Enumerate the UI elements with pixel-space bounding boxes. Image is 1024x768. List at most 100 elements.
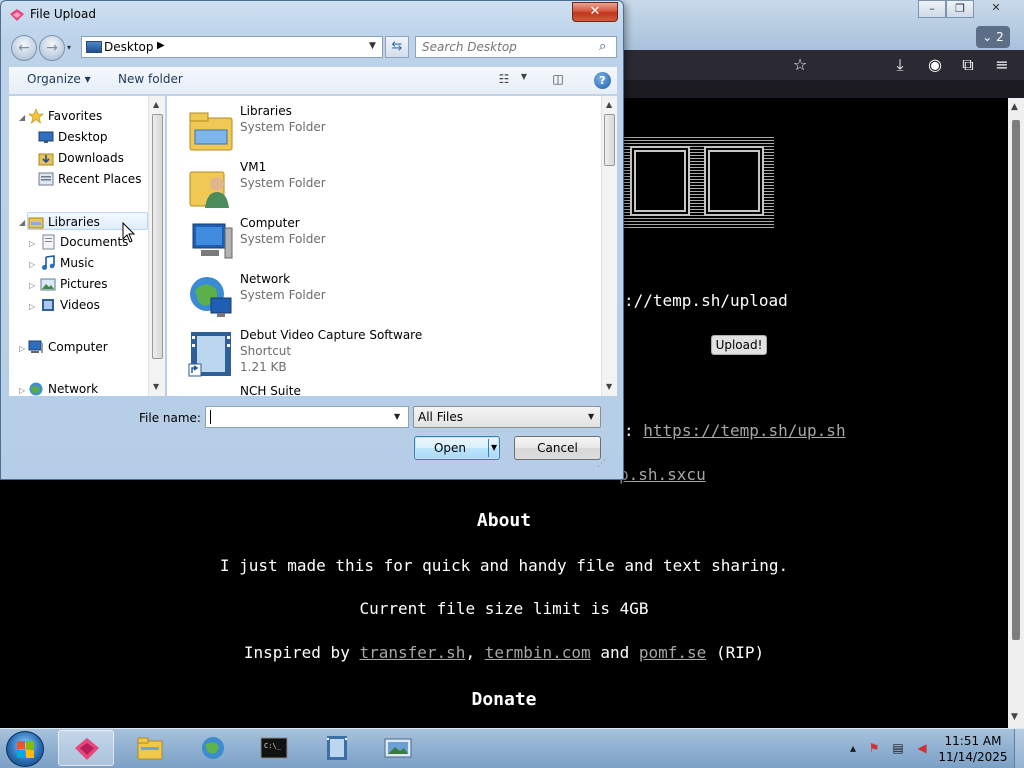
documents-icon bbox=[42, 234, 55, 250]
computer-expand-icon[interactable]: ▷ bbox=[19, 344, 25, 353]
file-type-dropdown-icon[interactable]: ▼ bbox=[588, 412, 594, 421]
nav-music-label: Music bbox=[60, 256, 95, 270]
file-scroll-thumb[interactable] bbox=[604, 114, 615, 166]
restore-button[interactable]: ❐ bbox=[946, 0, 974, 18]
file-name-combobox[interactable]: ▼ bbox=[205, 406, 409, 428]
page-scroll-thumb[interactable] bbox=[1012, 120, 1020, 640]
tray-action-center-icon[interactable]: ⚑ bbox=[866, 740, 882, 756]
open-dropdown-icon[interactable]: ▼ bbox=[491, 437, 497, 459]
browser-close-button[interactable]: ✕ bbox=[974, 0, 1018, 18]
tray-network-icon[interactable]: ▤ bbox=[890, 740, 906, 756]
search-input[interactable] bbox=[422, 40, 592, 54]
address-dropdown-icon[interactable]: ▼ bbox=[369, 41, 376, 51]
favorites-collapse-icon[interactable]: ◢ bbox=[19, 113, 25, 122]
logo-letter-s bbox=[630, 146, 690, 216]
file-item-libraries[interactable]: Libraries System Folder bbox=[185, 102, 575, 154]
taskbar-cmd[interactable]: C:\_ bbox=[246, 730, 302, 766]
file-item-network[interactable]: Network System Folder bbox=[185, 270, 575, 322]
network-expand-icon[interactable]: ▷ bbox=[19, 386, 25, 395]
account-icon[interactable]: ◉ bbox=[924, 54, 946, 76]
taskbar-photos[interactable] bbox=[370, 730, 426, 766]
dialog-title: File Upload bbox=[30, 7, 96, 21]
nav-scroll-thumb[interactable] bbox=[152, 114, 163, 359]
taskbar-browser[interactable] bbox=[58, 730, 114, 766]
scroll-up-arrow[interactable]: ▲ bbox=[1011, 102, 1018, 112]
help-icon[interactable]: ? bbox=[594, 72, 611, 89]
file-item-vm1[interactable]: VM1 System Folder bbox=[185, 158, 575, 210]
navigation-scrollbar[interactable]: ▲ ▼ bbox=[148, 96, 165, 396]
taskbar-video[interactable] bbox=[309, 730, 365, 766]
resize-grip-icon[interactable]: ⋰ bbox=[597, 459, 609, 471]
file-size: 1.21 KB bbox=[240, 360, 287, 374]
show-desktop-button[interactable] bbox=[1014, 729, 1024, 768]
start-button[interactable] bbox=[6, 731, 44, 767]
address-bar[interactable]: Desktop ▶ ▼ bbox=[81, 36, 383, 58]
libraries-collapse-icon[interactable]: ◢ bbox=[19, 218, 25, 227]
taskbar-media-player[interactable] bbox=[185, 730, 241, 766]
nav-recent-places-label: Recent Places bbox=[58, 172, 142, 186]
taskbar-clock[interactable]: 11:51 AM 11/14/2025 bbox=[936, 733, 1010, 765]
refresh-button[interactable]: ⇆ bbox=[385, 36, 409, 58]
file-type: System Folder bbox=[240, 288, 326, 302]
recent-locations-dropdown[interactable]: ▾ bbox=[67, 43, 77, 53]
inspired-prefix: Inspired by bbox=[243, 643, 350, 662]
nav-scroll-up-arrow[interactable]: ▲ bbox=[153, 100, 159, 109]
page-scrollbar[interactable]: ▲ ▼ bbox=[1008, 98, 1024, 728]
menu-icon[interactable]: ≡ bbox=[991, 54, 1013, 76]
taskbar-explorer[interactable] bbox=[122, 730, 178, 766]
bookmark-star-icon[interactable]: ☆ bbox=[789, 54, 811, 76]
picture-app-icon bbox=[384, 738, 412, 758]
organize-button[interactable]: Organize ▾ bbox=[27, 72, 91, 86]
upload-button[interactable]: Upload! bbox=[711, 335, 767, 355]
downloads-icon[interactable]: ⤓ bbox=[889, 54, 911, 76]
organize-label: Organize bbox=[27, 72, 81, 86]
pictures-expand-icon[interactable]: ▷ bbox=[29, 281, 35, 290]
termbin-link[interactable]: termbin.com bbox=[485, 643, 591, 662]
browser-app-icon bbox=[75, 738, 99, 760]
tab-count-button[interactable]: ⌄ 2 bbox=[976, 26, 1010, 48]
search-box[interactable]: ⌕ bbox=[415, 36, 617, 58]
back-button[interactable]: ← bbox=[11, 35, 37, 61]
file-name-label: File name: bbox=[139, 411, 201, 425]
mouse-cursor-icon bbox=[122, 222, 136, 243]
file-list: Libraries System Folder VM1 System Folde… bbox=[167, 96, 601, 396]
open-button[interactable]: Open ▼ bbox=[414, 436, 500, 460]
address-location[interactable]: Desktop bbox=[104, 40, 154, 54]
videos-expand-icon[interactable]: ▷ bbox=[29, 302, 35, 311]
tray-volume-icon[interactable]: ◀ bbox=[914, 740, 930, 756]
sxcu-link[interactable]: p.sh.sxcu bbox=[619, 465, 706, 484]
breadcrumb-chevron-icon[interactable]: ▶ bbox=[157, 40, 165, 51]
search-icon[interactable]: ⌕ bbox=[599, 39, 606, 54]
file-scroll-up-arrow[interactable]: ▲ bbox=[606, 100, 612, 109]
nav-libraries-label: Libraries bbox=[48, 215, 100, 229]
file-name: NCH Suite bbox=[240, 384, 301, 396]
pomf-link[interactable]: pomf.se bbox=[639, 643, 706, 662]
file-name: VM1 bbox=[240, 160, 267, 174]
file-type-select[interactable]: All Files ▼ bbox=[413, 406, 601, 428]
file-item-debut[interactable]: Debut Video Capture Software Shortcut 1.… bbox=[185, 326, 575, 378]
tray-expand-icon[interactable]: ▴ bbox=[845, 740, 861, 756]
file-item-nch-suite[interactable]: NCH Suite bbox=[185, 382, 575, 396]
forward-button[interactable]: → bbox=[39, 35, 65, 61]
documents-expand-icon[interactable]: ▷ bbox=[29, 239, 35, 248]
file-name-dropdown-icon[interactable]: ▼ bbox=[394, 412, 400, 421]
file-name-input[interactable] bbox=[210, 410, 386, 424]
extensions-icon[interactable]: ⧉ bbox=[957, 54, 979, 76]
nav-scroll-down-arrow[interactable]: ▼ bbox=[153, 382, 159, 391]
minimize-button[interactable]: – bbox=[918, 0, 946, 18]
upload-script-link[interactable]: https://temp.sh/up.sh bbox=[643, 421, 845, 440]
view-options-dropdown-icon[interactable]: ▼ bbox=[515, 72, 533, 88]
file-item-computer[interactable]: Computer System Folder bbox=[185, 214, 575, 266]
file-scroll-down-arrow[interactable]: ▼ bbox=[606, 382, 612, 391]
libraries-folder-icon bbox=[189, 112, 233, 151]
dialog-close-button[interactable]: ✕ bbox=[572, 2, 618, 22]
preview-pane-icon[interactable]: ◫ bbox=[549, 72, 567, 88]
file-type-value: All Files bbox=[418, 410, 464, 424]
music-expand-icon[interactable]: ▷ bbox=[29, 260, 35, 269]
transfer-sh-link[interactable]: transfer.sh bbox=[359, 643, 465, 662]
new-folder-button[interactable]: New folder bbox=[118, 72, 183, 86]
scroll-down-arrow[interactable]: ▼ bbox=[1011, 712, 1018, 722]
cancel-button[interactable]: Cancel bbox=[514, 436, 601, 460]
file-list-scrollbar[interactable]: ▲ ▼ bbox=[601, 96, 617, 396]
change-view-icon[interactable]: ☷ bbox=[495, 72, 513, 88]
